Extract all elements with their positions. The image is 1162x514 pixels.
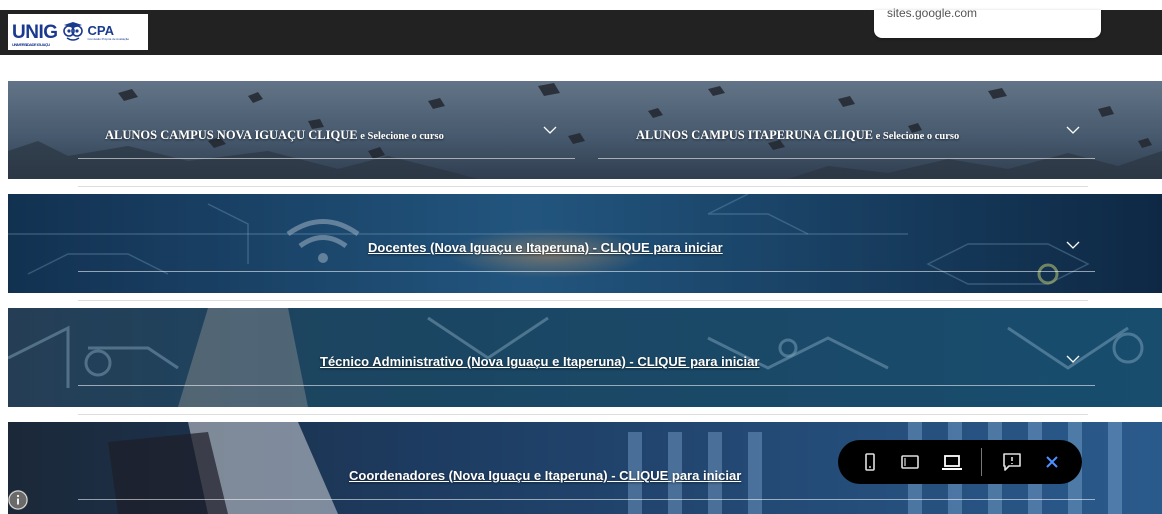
divider-line [78, 271, 1095, 272]
divider-line [78, 414, 1088, 415]
divider-line [78, 186, 1088, 187]
divider-line [78, 385, 1095, 386]
close-icon[interactable] [1040, 450, 1064, 474]
alunos-nova-iguacu-link[interactable]: ALUNOS CAMPUS NOVA IGUAÇU CLIQUE e Selec… [105, 128, 444, 143]
tablet-icon[interactable] [898, 450, 922, 474]
divider-line [78, 300, 1088, 301]
divider-line [78, 158, 575, 159]
tecnico-administrativo-link[interactable]: Técnico Administrativo (Nova Iguaçu e It… [320, 354, 759, 369]
docentes-link[interactable]: Docentes (Nova Iguaçu e Itaperuna) - CLI… [368, 240, 723, 255]
chevron-down-icon[interactable] [1065, 125, 1081, 135]
chevron-down-icon[interactable] [1065, 354, 1081, 364]
divider-line [78, 499, 1095, 500]
laptop-icon[interactable] [940, 450, 964, 474]
chevron-down-icon[interactable] [542, 125, 558, 135]
unig-logo-subtitle: UNIVERSIDADE IGUAÇU [12, 41, 50, 47]
feedback-icon[interactable] [1000, 450, 1024, 474]
owl-logo-icon [62, 22, 83, 41]
docentes-section: Docentes (Nova Iguaçu e Itaperuna) - CLI… [8, 194, 1162, 293]
page: UNIG UNIVERSIDADE IGUAÇU CPA Comissão Pr… [0, 0, 1162, 514]
chevron-down-icon[interactable] [1065, 240, 1081, 250]
tecnico-section: Técnico Administrativo (Nova Iguaçu e It… [8, 308, 1162, 407]
cpa-logo-subtitle: Comissão Própria de Avaliação [87, 36, 130, 41]
alunos-section: ALUNOS CAMPUS NOVA IGUAÇU CLIQUE e Selec… [8, 81, 1162, 179]
unig-logo-text: UNIG UNIVERSIDADE IGUAÇU [12, 21, 58, 47]
info-icon[interactable] [8, 490, 28, 510]
url-text: sites.google.com [887, 6, 978, 20]
site-header: UNIG UNIVERSIDADE IGUAÇU CPA Comissão Pr… [0, 6, 1162, 55]
divider-line [598, 158, 1095, 159]
site-logo[interactable]: UNIG UNIVERSIDADE IGUAÇU CPA Comissão Pr… [8, 14, 148, 50]
toolbar-separator [981, 448, 982, 476]
cpa-logo: CPA Comissão Própria de Avaliação [88, 24, 130, 41]
phone-icon[interactable] [858, 450, 882, 474]
cpa-logo-text: CPA [87, 22, 114, 38]
url-popup: sites.google.com [874, 6, 1101, 38]
coordenadores-link[interactable]: Coordenadores (Nova Iguaçu e Itaperuna) … [349, 468, 741, 483]
preview-toolbar [838, 440, 1082, 484]
alunos-itaperuna-link[interactable]: ALUNOS CAMPUS ITAPERUNA CLIQUE e Selecio… [636, 128, 959, 143]
